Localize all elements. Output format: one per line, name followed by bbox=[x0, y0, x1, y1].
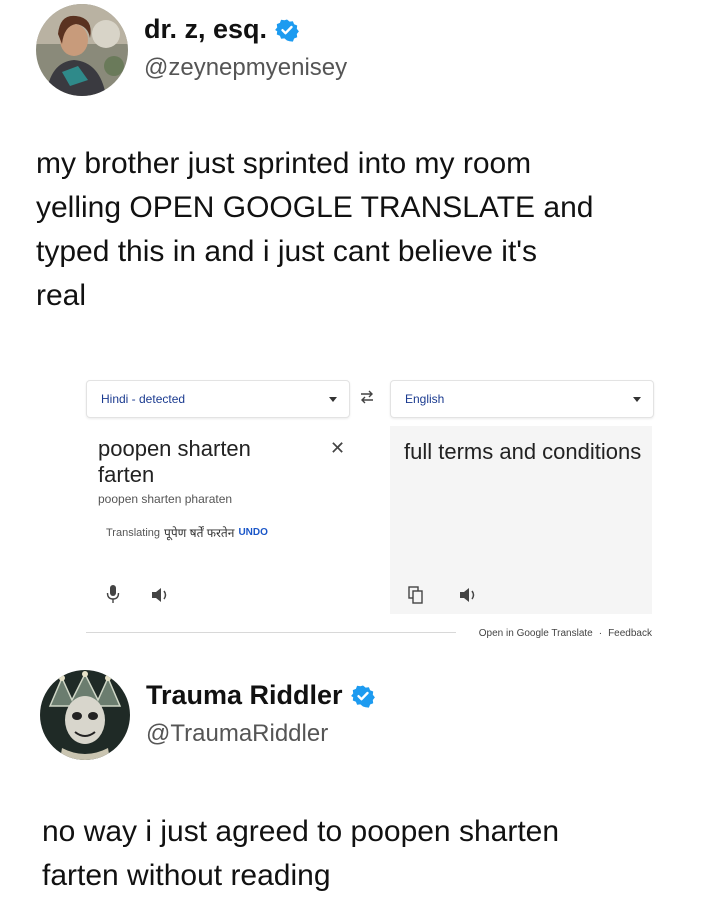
source-text-input[interactable]: poopen sharten farten bbox=[98, 436, 298, 488]
handle[interactable]: @TraumaRiddler bbox=[146, 720, 328, 748]
translate-footer: Open in Google Translate · Feedback bbox=[479, 628, 652, 639]
translating-devanagari: पूपेण षर्तें फरतेन bbox=[164, 526, 235, 540]
display-name[interactable]: dr. z, esq. bbox=[144, 14, 299, 45]
translating-row: Translating पूपेण षर्तें फरतेन UNDO bbox=[106, 524, 268, 541]
translation-output-text: full terms and conditions bbox=[404, 439, 642, 464]
speaker-icon[interactable] bbox=[150, 586, 170, 604]
handle[interactable]: @zeynepmyenisey bbox=[144, 54, 347, 82]
tweet-text: no way i just agreed to poopen sharten f… bbox=[42, 815, 560, 892]
chevron-down-icon bbox=[329, 397, 337, 402]
undo-button[interactable]: UNDO bbox=[238, 527, 267, 538]
avatar[interactable] bbox=[36, 4, 128, 96]
open-in-google-translate-link[interactable]: Open in Google Translate bbox=[479, 628, 593, 639]
tweet-text: my brother just sprinted into my room ye… bbox=[36, 147, 594, 312]
target-language-label: English bbox=[405, 392, 445, 406]
speaker-icon[interactable] bbox=[458, 586, 478, 604]
microphone-icon[interactable] bbox=[106, 584, 120, 604]
target-language-select[interactable]: English bbox=[390, 380, 654, 418]
translation-output-panel: full terms and conditions bbox=[390, 426, 652, 614]
clear-text-icon[interactable]: ✕ bbox=[330, 438, 345, 459]
separator: · bbox=[598, 628, 603, 639]
chevron-down-icon bbox=[633, 397, 641, 402]
google-translate-widget: Hindi - detected English poopen sharten … bbox=[86, 380, 656, 650]
display-name[interactable]: Trauma Riddler bbox=[146, 680, 375, 711]
source-language-select[interactable]: Hindi - detected bbox=[86, 380, 350, 418]
display-name-text[interactable]: dr. z, esq. bbox=[144, 14, 267, 45]
transliteration: poopen sharten pharaten bbox=[98, 492, 233, 506]
feedback-link[interactable]: Feedback bbox=[608, 628, 652, 639]
verified-badge-icon bbox=[275, 19, 299, 42]
source-language-label: Hindi - detected bbox=[101, 392, 186, 406]
avatar[interactable] bbox=[40, 670, 130, 760]
verified-badge-icon bbox=[350, 685, 375, 708]
swap-languages-icon[interactable] bbox=[358, 388, 376, 406]
display-name-text[interactable]: Trauma Riddler bbox=[146, 680, 343, 711]
divider bbox=[86, 632, 456, 633]
copy-icon[interactable] bbox=[408, 586, 424, 604]
translating-label: Translating bbox=[106, 526, 161, 539]
